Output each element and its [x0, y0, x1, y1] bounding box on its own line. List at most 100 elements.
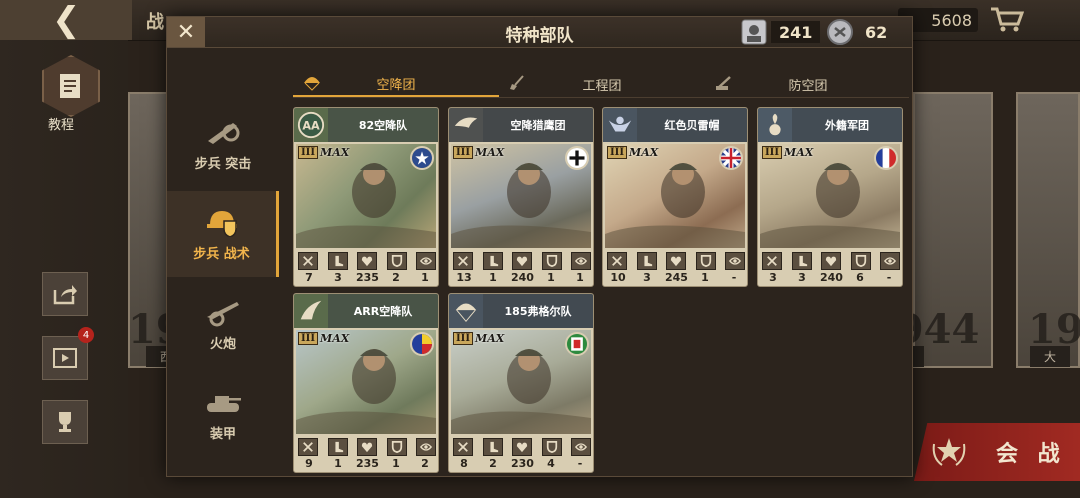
- background-title: 战: [146, 12, 164, 33]
- nation-flag-icon: [565, 146, 589, 170]
- unit-stat-value: 6: [856, 271, 864, 284]
- video-button[interactable]: [42, 336, 88, 380]
- category-artillery[interactable]: 火炮: [167, 281, 279, 367]
- unit-rank: III MAX: [298, 332, 349, 345]
- unit-card[interactable]: 空降猎鹰团 III MAX 13 1 240 1 1: [448, 107, 594, 287]
- star-wreath-icon: [932, 438, 966, 466]
- tab-airborne[interactable]: 空降团: [293, 71, 499, 97]
- unit-stat-values: 3 3 240 6 -: [762, 271, 900, 284]
- category-armor[interactable]: 装甲: [167, 371, 279, 457]
- rank-numeral: III: [298, 332, 319, 345]
- unit-stat-value: 240: [820, 271, 843, 284]
- rank-max: MAX: [475, 332, 505, 345]
- unit-stat-icons: [762, 252, 900, 270]
- unit-name: 82空降队: [328, 108, 438, 142]
- rank-max: MAX: [475, 146, 505, 159]
- heart-icon: [512, 252, 532, 270]
- heart-icon: [512, 438, 532, 456]
- crossed-rifles-icon: [607, 252, 627, 270]
- tab-engineer[interactable]: 工程团: [499, 71, 705, 97]
- unit-stat-value: 10: [610, 271, 626, 284]
- eye-icon: [416, 438, 436, 456]
- silver-value: 62: [865, 22, 888, 42]
- unit-stat-value: 2: [392, 271, 400, 284]
- boot-icon: [327, 438, 348, 456]
- chevron-left-icon: ❮: [52, 0, 81, 40]
- unit-stat-value: -: [731, 271, 737, 284]
- nation-flag-icon: [874, 146, 898, 170]
- shield-icon: [386, 252, 407, 270]
- heart-icon: [357, 438, 377, 456]
- unit-stat-value: 7: [305, 271, 313, 284]
- unit-card[interactable]: 185弗格尔队 III MAX 8 2 230 4 -: [448, 293, 594, 473]
- unit-emblem-icon: [294, 294, 328, 328]
- unit-stat-value: 2: [489, 457, 497, 470]
- boot-icon: [482, 252, 503, 270]
- crossed-rifles-icon: [453, 252, 473, 270]
- unit-stat-value: 235: [356, 271, 379, 284]
- unit-rank: III MAX: [762, 146, 813, 159]
- unit-emblem-icon: AA: [294, 108, 328, 142]
- artillery-icon: [207, 301, 239, 326]
- eye-icon: [880, 252, 900, 270]
- crossed-rifles-icon: [453, 438, 473, 456]
- unit-stat-value: 235: [356, 457, 379, 470]
- unit-stat-value: 1: [547, 271, 555, 284]
- unit-stat-icons: [298, 252, 436, 270]
- notification-badge: 4: [78, 327, 94, 343]
- medal-portrait-icon: [741, 19, 767, 45]
- unit-emblem-icon: [449, 108, 483, 142]
- category-label: 步兵 突击: [194, 156, 252, 172]
- aa-gun-icon: [716, 76, 731, 90]
- unit-stat-values: 13 1 240 1 1: [453, 271, 591, 284]
- boot-icon: [327, 252, 348, 270]
- tank-icon: [207, 395, 241, 412]
- category-label: 装甲: [209, 426, 236, 442]
- film-icon: [53, 348, 77, 368]
- parachute-icon: [304, 77, 320, 91]
- unit-card[interactable]: 外籍军团 III MAX 3 3 240 6 -: [757, 107, 903, 287]
- silver-medal-icon: [827, 19, 853, 45]
- unit-name: ARR空降队: [328, 294, 438, 328]
- achievements-button[interactable]: [42, 400, 88, 444]
- rank-max: MAX: [320, 332, 350, 345]
- unit-card[interactable]: ARR空降队 III MAX 9 1 235 1 2: [293, 293, 439, 473]
- unit-card[interactable]: AA 82空降队 III MAX 7 3 235 2 1: [293, 107, 439, 287]
- unit-stat-value: 1: [701, 271, 709, 284]
- tab-anti-air[interactable]: 防空团: [705, 71, 911, 97]
- special-forces-dialog: ✕ 特种部队 241 62 步兵 突击 步兵 战术 火炮 装甲 空降团 工程团 …: [166, 16, 913, 477]
- unit-stat-value: 3: [798, 271, 806, 284]
- unit-stat-value: 13: [456, 271, 472, 284]
- heart-icon: [357, 252, 377, 270]
- unit-stat-values: 8 2 230 4 -: [453, 457, 591, 470]
- unit-stat-value: -: [886, 271, 892, 284]
- unit-name: 外籍军团: [792, 108, 902, 142]
- rank-numeral: III: [298, 146, 319, 159]
- tab-label: 防空团: [788, 78, 828, 94]
- rank-numeral: III: [453, 146, 474, 159]
- unit-stat-value: 245: [665, 271, 688, 284]
- back-button[interactable]: ❮: [0, 0, 132, 40]
- unit-stat-value: 3: [643, 271, 651, 284]
- category-infantry-assault[interactable]: 步兵 突击: [167, 101, 279, 187]
- shield-icon: [695, 252, 716, 270]
- unit-stat-value: 1: [489, 271, 497, 284]
- heart-icon: [666, 252, 686, 270]
- shop-cart-icon[interactable]: [990, 6, 1024, 32]
- rank-numeral: III: [453, 332, 474, 345]
- unit-stat-value: 8: [460, 457, 468, 470]
- shovel-icon: [510, 75, 524, 90]
- unit-card[interactable]: 红色贝雷帽 III MAX 10 3 245 1 -: [602, 107, 748, 287]
- unit-stat-value: 1: [334, 457, 342, 470]
- eye-icon: [725, 252, 745, 270]
- unit-stat-value: 3: [334, 271, 342, 284]
- category-infantry-tactics[interactable]: 步兵 战术: [167, 191, 279, 277]
- nation-flag-icon: [565, 332, 589, 356]
- crossed-rifles-icon: [298, 438, 318, 456]
- boot-icon: [482, 438, 503, 456]
- unit-stat-icons: [453, 438, 591, 456]
- unit-emblem-icon: [758, 108, 792, 142]
- share-button[interactable]: [42, 272, 88, 316]
- unit-stat-value: 3: [769, 271, 777, 284]
- unit-stat-value: 4: [547, 457, 555, 470]
